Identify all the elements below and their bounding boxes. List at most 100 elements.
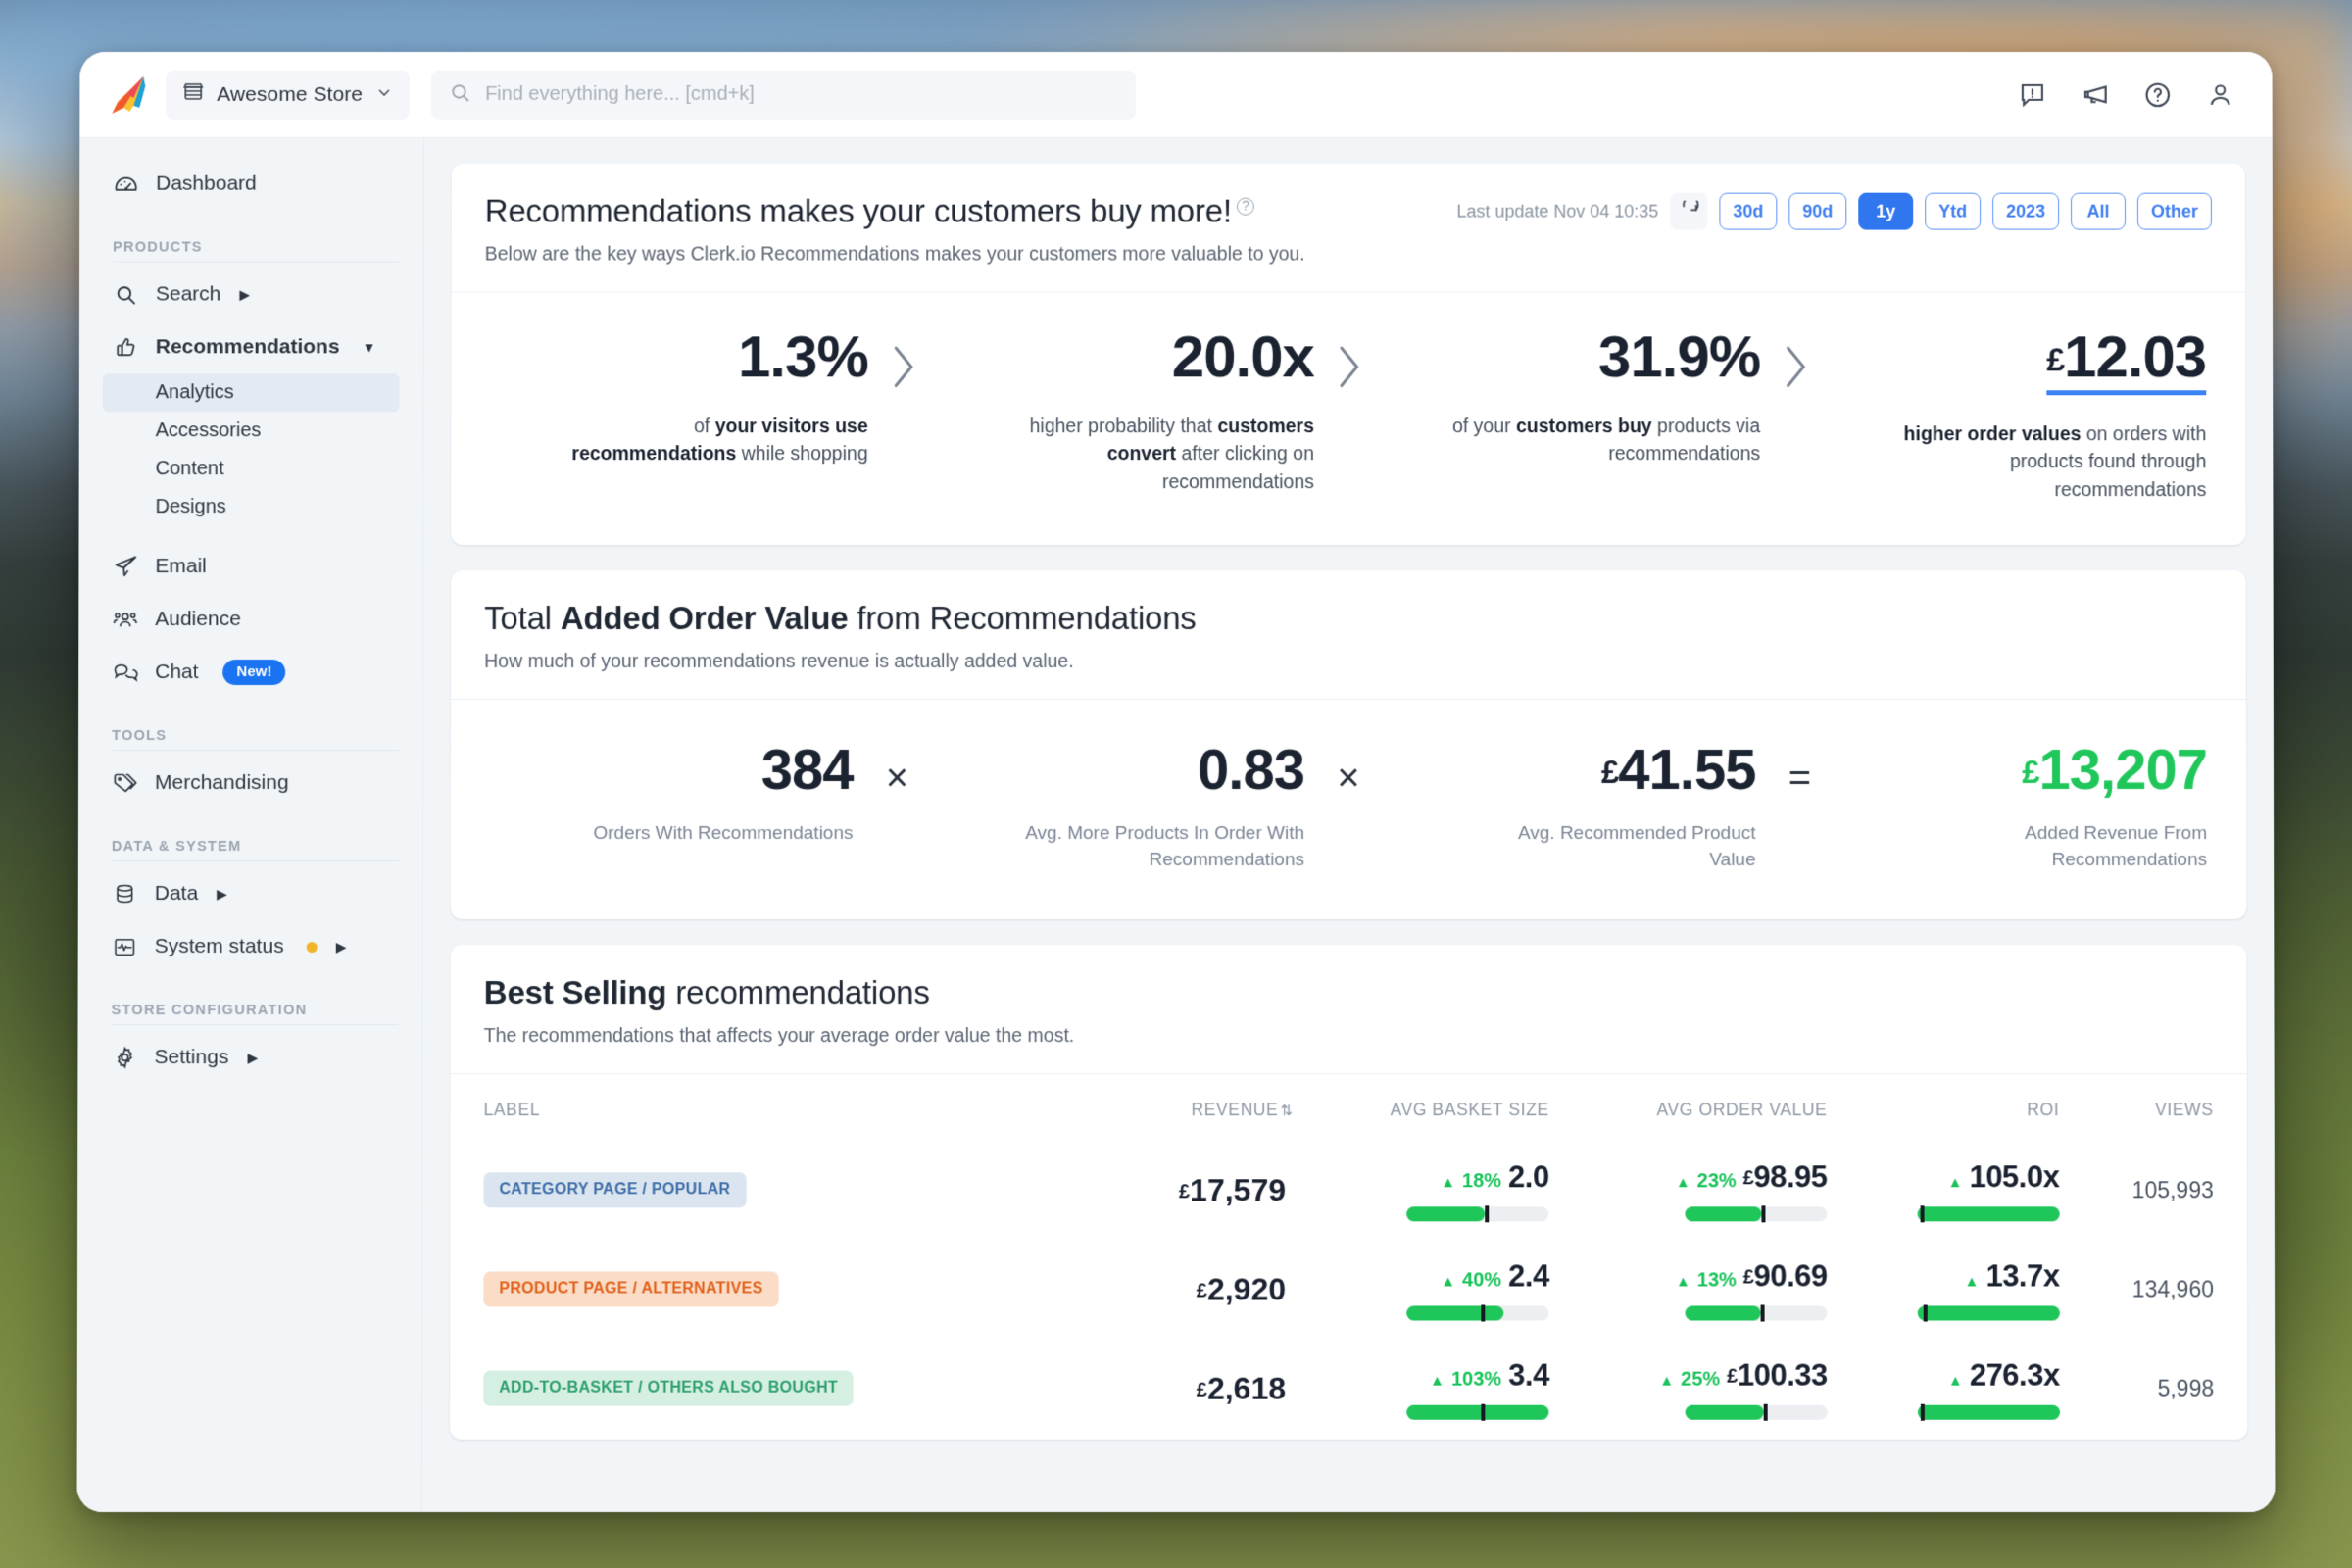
- sort-updown-icon[interactable]: ⇅: [1280, 1102, 1290, 1119]
- metric-delta: 25%: [1681, 1368, 1721, 1391]
- help-circle-icon[interactable]: [2141, 77, 2175, 111]
- clerk-rocket-logo[interactable]: [101, 69, 152, 120]
- caret-right-icon[interactable]: ▶: [217, 886, 227, 902]
- price-tags-icon: [112, 770, 138, 797]
- topbar-actions: [2016, 77, 2237, 111]
- gear-icon: [111, 1045, 137, 1071]
- feedback-alert-icon[interactable]: [2016, 77, 2049, 111]
- caret-right-icon[interactable]: ▶: [239, 286, 250, 302]
- factor-label: Avg. More Products In Order With Recomme…: [1025, 822, 1305, 871]
- sidebar-item-recommendations[interactable]: Recommendations ▼: [103, 320, 400, 373]
- row-label-cell: ADD-TO-BASKET / OTHERS ALSO BOUGHT: [450, 1340, 1108, 1439]
- caret-down-icon[interactable]: ▼: [363, 339, 376, 355]
- table-row[interactable]: CATEGORY PAGE / POPULAR £17,579 ▲ 18% 2.…: [450, 1142, 2247, 1241]
- status-badge: CATEGORY PAGE / POPULAR: [483, 1172, 747, 1208]
- range-90d[interactable]: 90d: [1788, 192, 1847, 230]
- sidebar-item-chat[interactable]: Chat New!: [102, 646, 399, 699]
- metric-delta: 18%: [1462, 1170, 1502, 1193]
- chevron-down-icon[interactable]: [374, 82, 394, 107]
- factor-value-number: 13,207: [2038, 737, 2208, 802]
- global-search[interactable]: [431, 70, 1137, 120]
- range-1y[interactable]: 1y: [1858, 192, 1914, 230]
- megaphone-icon[interactable]: [2079, 77, 2112, 111]
- column-views: VIEWS: [2155, 1099, 2214, 1119]
- kpi-description: higher probability that customers conver…: [1001, 413, 1314, 496]
- caret-right-icon[interactable]: ▶: [247, 1050, 258, 1065]
- kpi-desc-pre: of your: [1451, 416, 1516, 438]
- page-title-text: Recommendations makes your customers buy…: [484, 192, 1232, 229]
- sidebar-subitem-label: Designs: [155, 496, 226, 518]
- sidebar-item-content[interactable]: Content: [103, 450, 400, 488]
- kpi-customers-buy: 31.9% of your customers buy products via…: [1383, 323, 1760, 467]
- currency-symbol: £: [2046, 341, 2065, 379]
- sidebar-item-audience[interactable]: Audience: [102, 593, 399, 646]
- title-post: recommendations: [666, 973, 930, 1010]
- metric-delta: 103%: [1451, 1368, 1502, 1391]
- caret-right-icon[interactable]: ▶: [336, 939, 347, 955]
- sidebar-item-email[interactable]: Email: [102, 540, 399, 593]
- row-aov-cell: ▲ 25% £100.33: [1549, 1340, 1828, 1439]
- best-selling-subtitle: The recommendations that affects your av…: [483, 1024, 1075, 1047]
- sidebar-item-accessories[interactable]: Accessories: [103, 412, 400, 450]
- kpi-desc-bold: higher order values: [1903, 423, 2082, 446]
- sidebar-item-settings[interactable]: Settings ▶: [101, 1031, 398, 1084]
- trend-up-icon: ▲: [1675, 1273, 1690, 1291]
- kpi-description: of your customers buy products via recom…: [1446, 413, 1760, 467]
- range-all[interactable]: All: [2070, 192, 2127, 230]
- sidebar-subitem-label: Analytics: [155, 381, 234, 404]
- sidebar-item-label: Data: [154, 882, 199, 906]
- sidebar-item-merchandising[interactable]: Merchandising: [102, 757, 399, 809]
- chat-bubbles-icon: [112, 660, 138, 686]
- metric-delta: 13%: [1696, 1269, 1737, 1292]
- range-other[interactable]: Other: [2136, 192, 2212, 230]
- metric-value: 2.4: [1508, 1258, 1549, 1294]
- sidebar-item-designs[interactable]: Designs: [103, 488, 400, 526]
- store-selector[interactable]: Awesome Store: [166, 70, 411, 120]
- sidebar-item-label: Search: [155, 282, 221, 306]
- table-row[interactable]: ADD-TO-BASKET / OTHERS ALSO BOUGHT £2,61…: [450, 1340, 2247, 1439]
- range-30d[interactable]: 30d: [1719, 192, 1778, 230]
- metric-top: ▲ 25% £100.33: [1549, 1357, 1828, 1393]
- metric-top: ▲ 18% 2.0: [1290, 1159, 1549, 1195]
- operator-multiply: ×: [885, 756, 909, 800]
- value-card-subtitle: How much of your recommendations revenue…: [484, 650, 1074, 672]
- sidebar-item-analytics[interactable]: Analytics: [102, 373, 400, 413]
- table-row[interactable]: PRODUCT PAGE / ALTERNATIVES £2,920 ▲ 40%…: [450, 1241, 2247, 1340]
- factor-value: £13,207: [2022, 737, 2208, 802]
- title-pre: Total: [484, 599, 561, 636]
- sidebar-item-dashboard[interactable]: Dashboard: [103, 158, 400, 211]
- database-icon: [112, 881, 138, 907]
- sidebar-item-system-status[interactable]: System status ▶: [102, 920, 399, 973]
- row-aov-cell: ▲ 23% £98.95: [1549, 1142, 1828, 1241]
- metric-progress-bar: [1917, 1304, 2060, 1322]
- range-ytd[interactable]: Ytd: [1925, 192, 1982, 230]
- column-roi: ROI: [2027, 1099, 2060, 1119]
- metric-value: £90.69: [1743, 1258, 1828, 1294]
- activity-monitor-icon: [112, 934, 138, 960]
- sidebar-item-label: Audience: [155, 608, 241, 631]
- metric-value: £98.95: [1743, 1159, 1828, 1195]
- hero-card-header: Recommendations makes your customers buy…: [452, 164, 2245, 292]
- factor-value: 0.83: [1198, 737, 1305, 802]
- row-revenue-cell: £17,579: [1108, 1142, 1290, 1241]
- sidebar-item-data[interactable]: Data ▶: [102, 867, 399, 920]
- factor-label: Added Revenue From Recommendations: [2025, 822, 2208, 871]
- best-selling-title: Best Selling recommendations: [484, 974, 2214, 1011]
- sidebar-item-search[interactable]: Search ▶: [103, 269, 400, 321]
- search-input[interactable]: [485, 82, 1119, 106]
- info-circle-icon[interactable]: ?: [1236, 197, 1254, 216]
- sidebar-section-products: PRODUCTS: [113, 239, 203, 256]
- range-2023[interactable]: 2023: [1992, 192, 2060, 230]
- chevron-right-icon: [1314, 325, 1383, 394]
- hero-subtitle: Below are the key ways Clerk.io Recommen…: [484, 243, 1305, 266]
- last-update-label: Last update Nov 04 10:35: [1456, 201, 1659, 221]
- column-revenue[interactable]: REVENUE ⇅: [1108, 1074, 1290, 1142]
- sidebar-item-label: Email: [155, 555, 207, 578]
- row-label-cell: PRODUCT PAGE / ALTERNATIVES: [450, 1241, 1108, 1340]
- user-avatar-icon[interactable]: [2204, 77, 2237, 111]
- metric-top: ▲ 40% 2.4: [1290, 1258, 1549, 1294]
- factor-avg-more-products: 0.83 Avg. More Products In Order With Re…: [941, 737, 1305, 874]
- refresh-icon[interactable]: [1670, 192, 1708, 230]
- metric-value: 13.7x: [1985, 1258, 2060, 1294]
- metric-top: ▲ 105.0x: [1827, 1159, 2060, 1195]
